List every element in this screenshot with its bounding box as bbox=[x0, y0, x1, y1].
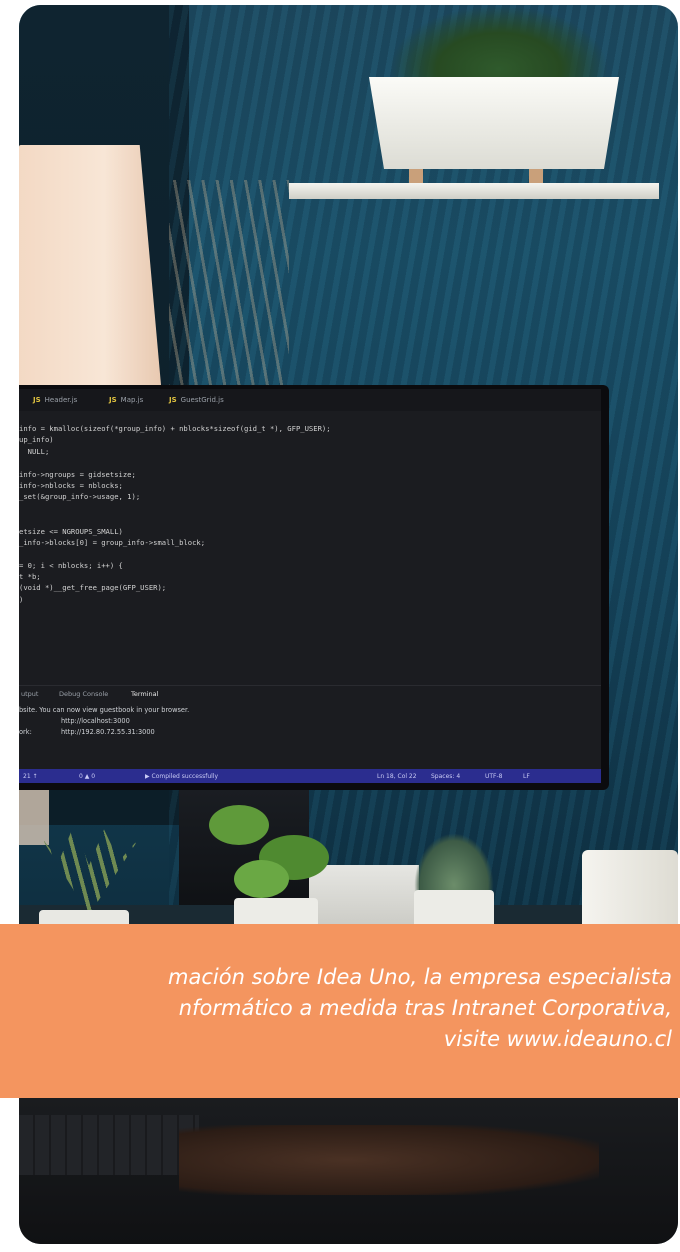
terminal-line: ork: http://192.80.72.55.31:3000 bbox=[19, 728, 155, 736]
pampas-grass bbox=[169, 180, 289, 400]
code-line: (void *)__get_free_page(GFP_USER); bbox=[19, 583, 167, 593]
status-item[interactable]: 21 ↑ bbox=[23, 773, 38, 780]
banner-text: mación sobre Idea Uno, la empresa especi… bbox=[0, 962, 672, 1055]
info-banner: mación sobre Idea Uno, la empresa especi… bbox=[0, 924, 680, 1098]
code-line: info = kmalloc(sizeof(*group_info) + nbl… bbox=[19, 424, 331, 433]
code-line: _set(&group_info->usage, 1); bbox=[19, 492, 141, 502]
code-line: ) bbox=[19, 594, 24, 604]
tab-terminal[interactable]: Terminal bbox=[131, 690, 158, 698]
hand bbox=[179, 1125, 599, 1195]
banner-line: nformático a medida tras Intranet Corpor… bbox=[178, 996, 672, 1020]
terminal-output[interactable]: bsite. You can now view guestbook in you… bbox=[19, 705, 189, 738]
pilea-leaf bbox=[234, 860, 289, 898]
terminal-line: http://localhost:3000 bbox=[61, 717, 130, 725]
tab-debug-console[interactable]: Debug Console bbox=[59, 690, 108, 698]
tab-header-js[interactable]: JS Header.js bbox=[33, 396, 77, 404]
code-editor-screen: JS Header.js JS Map.js JS GuestGrid.js info… bbox=[19, 389, 601, 783]
banner-line: mación sobre Idea Uno, la empresa especi… bbox=[168, 965, 672, 989]
code-line: NULL; bbox=[19, 446, 50, 456]
monitor: JS Header.js JS Map.js JS GuestGrid.js info… bbox=[19, 385, 609, 790]
terminal-line: bsite. You can now view guestbook in you… bbox=[19, 706, 190, 714]
status-item[interactable]: Ln 18, Col 22 bbox=[377, 773, 417, 780]
banner-link[interactable]: visite www.ideauno.cl bbox=[0, 1024, 672, 1055]
keyboard bbox=[19, 1115, 199, 1175]
code-line: _info->blocks[0] = group_info->small_blo… bbox=[19, 537, 206, 547]
code-line: t *b; bbox=[19, 572, 41, 582]
aloe-plant bbox=[39, 825, 139, 915]
tab-output[interactable]: utput bbox=[21, 690, 38, 698]
succulent bbox=[414, 833, 494, 898]
status-item[interactable]: 0 ▲ 0 bbox=[79, 773, 95, 780]
code-line: info->nblocks = nblocks; bbox=[19, 480, 123, 490]
code-line: etsize <= NGROUPS_SMALL) bbox=[19, 526, 123, 536]
status-item[interactable]: ▶ Compiled successfully bbox=[145, 773, 218, 780]
code-line: = 0; i < nblocks; i++) { bbox=[19, 560, 123, 570]
code-line: info->ngroups = gidsetsize; bbox=[19, 469, 136, 479]
status-item[interactable]: UTF-8 bbox=[485, 773, 503, 780]
wall-shelf bbox=[289, 183, 659, 199]
pilea-leaf bbox=[209, 805, 269, 845]
status-item[interactable]: LF bbox=[523, 773, 530, 780]
white-planter bbox=[369, 77, 619, 169]
status-bar: 21 ↑ 0 ▲ 0 ▶ Compiled successfully Ln 18… bbox=[19, 769, 601, 783]
code-area[interactable]: info = kmalloc(sizeof(*group_info) + nbl… bbox=[19, 423, 579, 617]
tab-guestgrid-js[interactable]: JS GuestGrid.js bbox=[169, 396, 224, 404]
code-line: up_info) bbox=[19, 435, 54, 445]
tab-map-js[interactable]: JS Map.js bbox=[109, 396, 143, 404]
shelf-plant bbox=[389, 5, 609, 85]
status-item[interactable]: Spaces: 4 bbox=[431, 773, 460, 780]
editor-tab-bar: JS Header.js JS Map.js JS GuestGrid.js bbox=[19, 389, 601, 411]
panel-tab-bar: utput Debug Console Terminal bbox=[19, 685, 601, 700]
lamp-shade bbox=[19, 145, 161, 385]
